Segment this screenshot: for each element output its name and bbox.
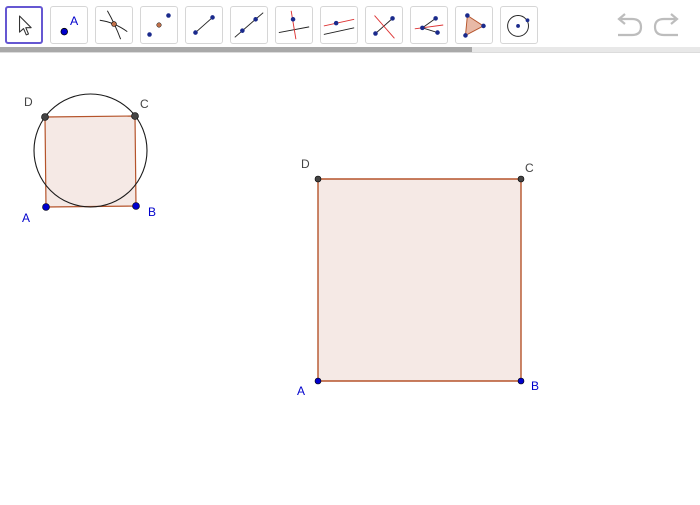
small-label-a: A: [22, 211, 30, 225]
segment-tool-button[interactable]: [185, 6, 223, 44]
small-construction: A B C D: [22, 93, 156, 225]
undo-icon: [617, 13, 643, 37]
small-point-d[interactable]: [41, 113, 49, 121]
large-square-polygon[interactable]: [317, 178, 522, 382]
move-tool-button[interactable]: [5, 6, 43, 44]
line-icon: [234, 12, 264, 38]
large-point-c[interactable]: [517, 175, 525, 183]
intersect-tool-button[interactable]: [95, 6, 133, 44]
point-icon: A: [60, 14, 79, 36]
large-label-a: A: [297, 384, 305, 398]
point-tool-label: A: [70, 14, 79, 28]
midpoint-tool-button[interactable]: [140, 6, 178, 44]
circle-tool-button[interactable]: [500, 6, 538, 44]
angle-bisector-icon: [414, 16, 444, 35]
geometry-canvas[interactable]: A B C D A B C D: [0, 53, 700, 500]
angle-bisector-tool-button[interactable]: [410, 6, 448, 44]
large-label-c: C: [525, 161, 534, 175]
toolbar: A: [0, 0, 700, 52]
large-label-b: B: [531, 379, 539, 393]
segment-icon: [193, 15, 215, 35]
small-point-c[interactable]: [131, 112, 139, 120]
redo-icon: [653, 13, 679, 37]
large-construction: A B C D: [297, 157, 539, 398]
circle-icon: [507, 15, 530, 37]
polygon-tool-button[interactable]: [455, 6, 493, 44]
undo-button[interactable]: [612, 10, 646, 40]
large-label-d: D: [301, 157, 310, 171]
perpendicular-line-tool-button[interactable]: [275, 6, 313, 44]
cursor-icon: [18, 15, 32, 36]
small-point-a[interactable]: [42, 203, 50, 211]
large-point-b[interactable]: [517, 377, 525, 385]
graphics-view[interactable]: A B C D A B C D: [0, 53, 700, 500]
polygon-icon: [463, 13, 486, 38]
midpoint-icon: [147, 13, 171, 37]
large-point-a[interactable]: [314, 377, 322, 385]
intersect-icon: [99, 10, 128, 40]
line-tool-button[interactable]: [230, 6, 268, 44]
bisector-icon: [373, 15, 395, 39]
parallel-line-tool-button[interactable]: [320, 6, 358, 44]
perpendicular-bisector-tool-button[interactable]: [365, 6, 403, 44]
small-label-b: B: [148, 205, 156, 219]
point-tool-button[interactable]: A: [50, 6, 88, 44]
redo-button[interactable]: [650, 10, 684, 40]
small-label-c: C: [140, 97, 149, 111]
small-square-polygon[interactable]: [44, 115, 137, 208]
small-label-d: D: [24, 95, 33, 109]
large-point-d[interactable]: [314, 175, 322, 183]
parallel-icon: [323, 18, 355, 35]
perpendicular-icon: [278, 10, 310, 40]
small-point-b[interactable]: [132, 202, 140, 210]
